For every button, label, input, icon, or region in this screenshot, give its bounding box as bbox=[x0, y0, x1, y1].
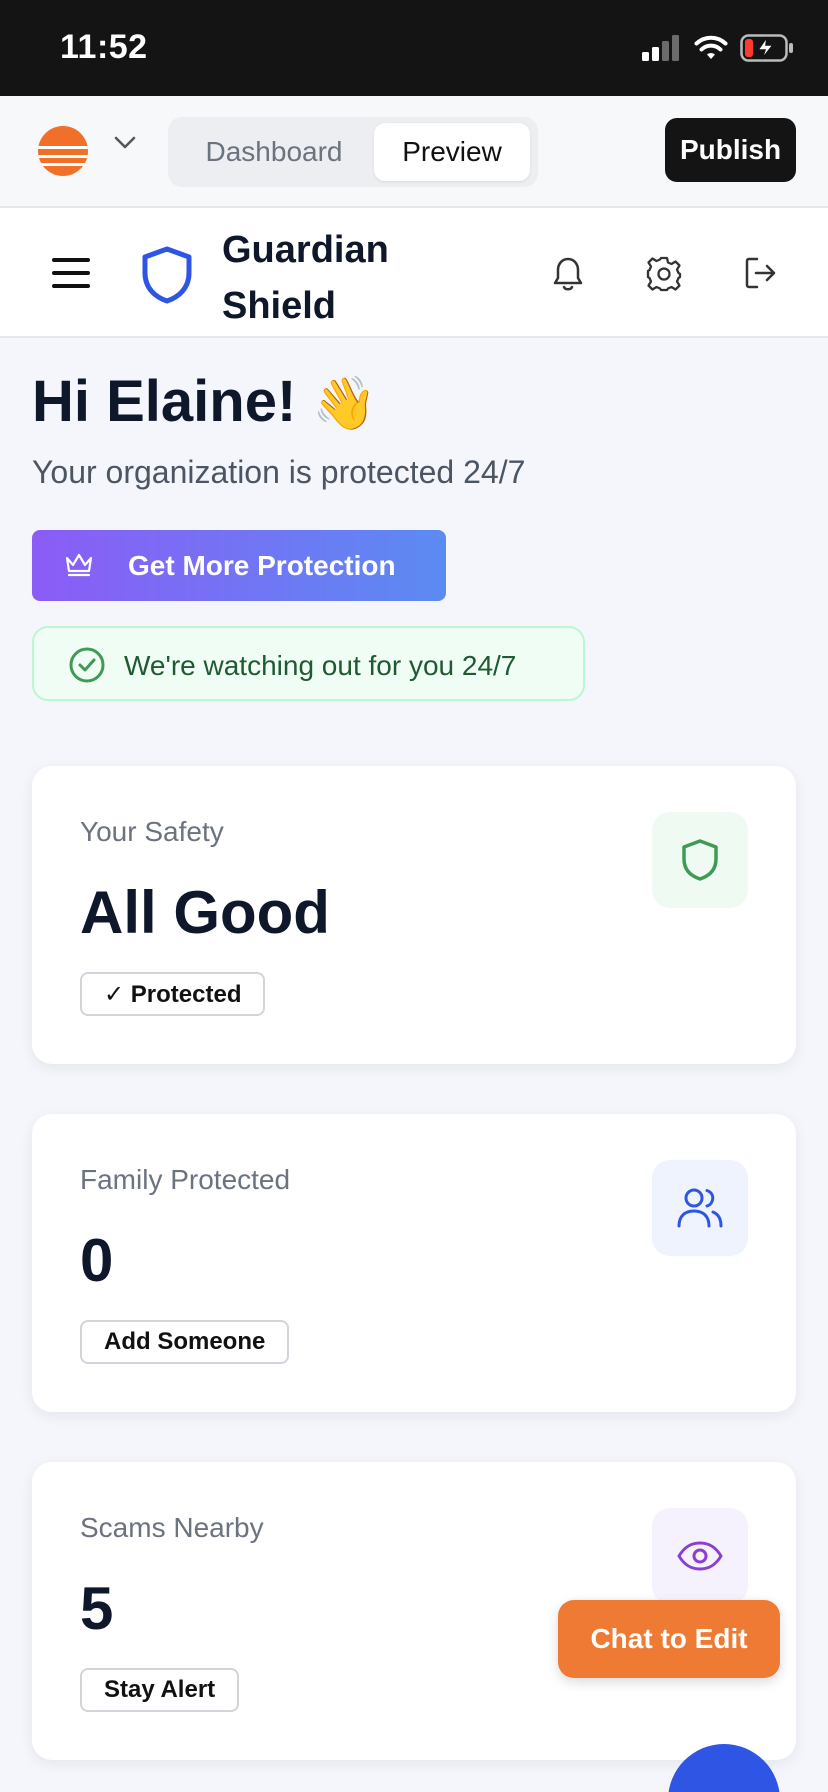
card-badge[interactable]: Stay Alert bbox=[80, 1668, 240, 1712]
check-circle-icon bbox=[69, 647, 105, 683]
card-icon-box bbox=[652, 812, 748, 908]
get-more-protection-button[interactable]: Get More Protection bbox=[32, 530, 446, 601]
status-icons bbox=[642, 34, 794, 62]
gear-icon[interactable] bbox=[646, 256, 682, 292]
publish-button[interactable]: Publish bbox=[665, 118, 796, 182]
card-badge[interactable]: Add Someone bbox=[80, 1320, 290, 1364]
status-banner: We're watching out for you 24/7 bbox=[32, 626, 585, 701]
bell-icon[interactable] bbox=[552, 256, 584, 292]
app-logo[interactable] bbox=[38, 126, 88, 176]
card-value: 0 bbox=[80, 1227, 114, 1294]
status-bar: 11:52 bbox=[0, 0, 828, 96]
chevron-down-icon[interactable] bbox=[114, 136, 136, 150]
cta-label: Get More Protection bbox=[128, 550, 396, 581]
app-header: Guardian Shield bbox=[0, 208, 828, 338]
shield-icon bbox=[142, 246, 192, 304]
card-label: Family Protected bbox=[80, 1164, 291, 1195]
eye-icon bbox=[677, 1541, 723, 1571]
safety-card: Your Safety All Good ✓ Protected bbox=[32, 766, 796, 1064]
family-card: Family Protected 0 Add Someone bbox=[32, 1114, 796, 1412]
builder-toolbar: Dashboard Preview Publish bbox=[0, 96, 828, 208]
card-icon-box bbox=[652, 1508, 748, 1604]
card-value: 5 bbox=[80, 1575, 114, 1642]
card-icon-box bbox=[652, 1160, 748, 1256]
card-value: All Good bbox=[80, 879, 330, 946]
logout-icon[interactable] bbox=[744, 256, 778, 290]
shield-icon bbox=[682, 839, 718, 881]
protection-subtitle: Your organization is protected 24/7 bbox=[32, 454, 526, 490]
card-label: Your Safety bbox=[80, 816, 224, 847]
status-time: 11:52 bbox=[60, 28, 148, 66]
brand-name: Guardian Shield bbox=[222, 229, 389, 327]
card-badge[interactable]: ✓ Protected bbox=[80, 972, 266, 1016]
greeting-text: Hi Elaine! bbox=[32, 369, 297, 434]
tab-preview[interactable]: Preview bbox=[374, 123, 530, 181]
view-toggle: Dashboard Preview bbox=[168, 117, 538, 187]
crown-icon bbox=[65, 553, 93, 577]
status-banner-text: We're watching out for you 24/7 bbox=[124, 650, 517, 681]
greeting-heading: Hi Elaine! 👋 bbox=[32, 368, 377, 435]
users-icon bbox=[677, 1188, 723, 1228]
card-label: Scams Nearby bbox=[80, 1512, 264, 1543]
battery-icon bbox=[740, 34, 793, 62]
tab-dashboard[interactable]: Dashboard bbox=[174, 123, 374, 181]
waving-hand-emoji: 👋 bbox=[312, 375, 378, 433]
menu-icon[interactable] bbox=[52, 256, 92, 290]
chat-to-edit-button[interactable]: Chat to Edit bbox=[558, 1600, 780, 1678]
wifi-icon bbox=[694, 35, 728, 59]
signal-icon bbox=[642, 35, 679, 61]
